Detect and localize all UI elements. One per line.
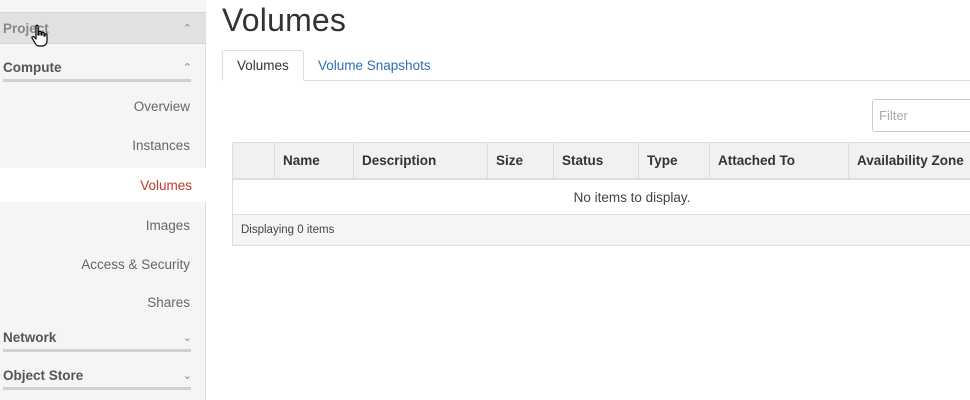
table-footer: Displaying 0 items [233, 215, 970, 245]
sidebar-item-volumes[interactable]: Volumes [0, 168, 208, 202]
chevron-down-icon: ⌄ [182, 331, 192, 344]
sidebar-item-instances[interactable]: Instances [0, 128, 206, 162]
sidebar-panel-network-label: Network [3, 329, 57, 345]
select-all-column[interactable] [233, 143, 274, 178]
filter-input[interactable] [872, 99, 970, 132]
sidebar-item-label: Shares [147, 294, 190, 310]
column-header-name[interactable]: Name [274, 143, 353, 178]
sidebar-item-label: Images [145, 217, 190, 233]
chevron-up-icon: ⌃ [182, 22, 192, 35]
tab-bar: Volumes Volume Snapshots [222, 50, 970, 81]
column-header-description[interactable]: Description [353, 143, 487, 178]
volumes-table: Name Description Size Status Type Attach… [232, 142, 970, 246]
sidebar-item-label: Volumes [140, 177, 192, 193]
table-header: Name Description Size Status Type Attach… [233, 143, 970, 180]
dashboard-selector [0, 0, 206, 13]
sidebar-item-images[interactable]: Images [0, 208, 206, 242]
hand-pointer-icon [31, 24, 48, 47]
sidebar-item-label: Instances [132, 137, 190, 153]
chevron-down-icon: ⌄ [182, 369, 192, 382]
sidebar-item-overview[interactable]: Overview [0, 89, 206, 123]
sidebar-item-label: Overview [133, 98, 190, 114]
tab-volume-snapshots[interactable]: Volume Snapshots [304, 50, 445, 81]
column-header-attached-to[interactable]: Attached To [709, 143, 848, 178]
sidebar-item-shares[interactable]: Shares [0, 285, 206, 319]
sidebar-panel-compute-label: Compute [3, 59, 62, 75]
sidebar-item-access-security[interactable]: Access & Security [0, 247, 206, 281]
panel-underline [3, 79, 191, 82]
panel-underline [3, 387, 191, 390]
empty-message: No items to display. [233, 180, 970, 215]
sidebar-panel-compute[interactable]: Compute ⌃ [0, 55, 206, 79]
chevron-up-icon: ⌃ [182, 61, 192, 74]
sidebar-panel-object-store-label: Object Store [3, 367, 84, 383]
sidebar: Project ⌃ Compute ⌃ Overview Instances V… [0, 0, 208, 400]
sidebar-item-label: Access & Security [81, 256, 190, 272]
sidebar-panel-network[interactable]: Network ⌄ [0, 325, 206, 349]
column-header-type[interactable]: Type [638, 143, 709, 178]
page-title: Volumes [222, 2, 347, 38]
column-header-size[interactable]: Size [487, 143, 553, 178]
column-header-availability-zone[interactable]: Availability Zone [848, 143, 970, 178]
sidebar-panel-object-store[interactable]: Object Store ⌄ [0, 363, 206, 387]
column-header-status[interactable]: Status [553, 143, 638, 178]
tab-volumes[interactable]: Volumes [222, 50, 304, 81]
panel-underline [3, 349, 191, 352]
